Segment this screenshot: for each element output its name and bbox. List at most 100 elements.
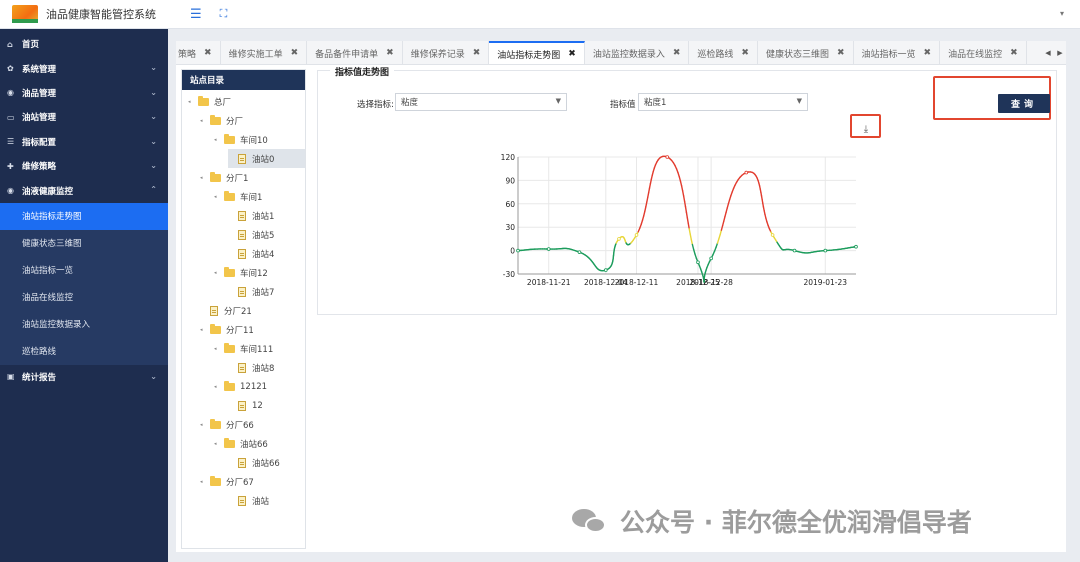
tree-node-label: 油站4 <box>252 249 275 260</box>
close-icon[interactable]: ✖ <box>473 48 481 58</box>
tab[interactable]: 油品在线监控 ✖ <box>940 41 1027 64</box>
close-icon[interactable]: ✖ <box>386 48 394 58</box>
chevron-down-icon: ⌄ <box>150 87 157 97</box>
tree-toggle-icon[interactable]: ◂ <box>214 346 224 352</box>
tree-node[interactable]: 12 <box>228 396 263 415</box>
sidebar-item[interactable]: ▭ 油站管理 ⌄ <box>0 105 168 129</box>
tree-toggle-icon[interactable]: ◂ <box>200 479 210 485</box>
tree-node[interactable]: ◂ 总厂 <box>188 92 231 111</box>
series-line-segment <box>684 206 688 213</box>
close-icon[interactable]: ✖ <box>204 48 212 58</box>
tree-toggle-icon[interactable]: ◂ <box>200 422 210 428</box>
tree-node[interactable]: 油站1 <box>228 206 274 225</box>
tree-node[interactable]: 油站66 <box>228 453 280 472</box>
tree-toggle-icon[interactable]: ◂ <box>214 194 224 200</box>
tree-node[interactable]: ◂ 12121 <box>214 377 267 396</box>
tree-node[interactable]: ◂ 分厂66 <box>200 415 254 434</box>
tree-node[interactable]: 分厂21 <box>200 301 252 320</box>
sidebar-item[interactable]: ⌂ 首页 <box>0 32 168 56</box>
tab[interactable]: 策略 ✖ <box>176 41 221 64</box>
folder-icon <box>210 475 221 486</box>
tree-toggle-icon[interactable]: ◂ <box>214 270 224 276</box>
tree-toggle-icon[interactable]: ◂ <box>200 118 210 124</box>
hamburger-menu-icon[interactable]: ☰ <box>190 7 202 22</box>
tree-toggle-icon[interactable]: ◂ <box>188 99 198 105</box>
tab-next-icon[interactable]: ▶ <box>1057 49 1062 57</box>
series-line-segment <box>681 190 685 197</box>
sidebar-subitem[interactable]: 油品在线监控 <box>0 284 168 311</box>
tab-label: 油站指标走势图 <box>497 50 561 61</box>
tab-label: 维修保养记录 <box>410 49 465 60</box>
chevron-up-icon: ⌃ <box>150 185 157 195</box>
y-tick-label: 90 <box>505 176 515 185</box>
tree-node[interactable]: ◂ 分厂 <box>200 111 243 130</box>
tab[interactable]: 维修实施工单 ✖ <box>220 41 308 64</box>
tree-toggle-icon[interactable]: ◂ <box>214 441 224 447</box>
watermark: 公众号 · 菲尔德全优润滑倡导者 <box>572 501 972 541</box>
tree-toggle-icon[interactable]: ◂ <box>200 175 210 181</box>
data-point <box>823 248 828 253</box>
series-line-segment <box>685 211 689 219</box>
tree-node[interactable]: ◂ 分厂67 <box>200 472 254 491</box>
user-dropdown-caret-icon[interactable]: ▾ <box>1060 9 1064 18</box>
sliders-icon: ☰ <box>7 137 15 147</box>
sidebar-item-label: 首页 <box>22 40 40 51</box>
sidebar-item[interactable]: ◉ 油品管理 ⌄ <box>0 81 168 105</box>
data-point <box>516 248 520 253</box>
tree-node-label: 分厂67 <box>226 477 254 488</box>
tree-node-label: 分厂1 <box>226 173 249 184</box>
tab[interactable]: 备品备件申请单 ✖ <box>307 41 403 64</box>
tab[interactable]: 油站指标一览 ✖ <box>853 41 941 64</box>
sidebar-subitem[interactable]: 油站监控数据录入 <box>0 311 168 338</box>
tab[interactable]: 油站指标走势图 ✖ <box>489 41 585 64</box>
tree-node[interactable]: 油站4 <box>228 244 274 263</box>
close-icon[interactable]: ✖ <box>741 48 749 58</box>
tree-node[interactable]: ◂ 车间12 <box>214 263 268 282</box>
tree-node[interactable]: ◂ 分厂11 <box>200 320 254 339</box>
sidebar-subitem[interactable]: 油站指标一览 <box>0 257 168 284</box>
sidebar-item[interactable]: ☰ 指标配置 ⌄ <box>0 130 168 154</box>
tab[interactable]: 维修保养记录 ✖ <box>402 41 490 64</box>
tree-node[interactable]: ◂ 车间111 <box>214 339 273 358</box>
file-icon <box>238 457 246 468</box>
close-icon[interactable]: ✖ <box>924 48 932 58</box>
tree-node[interactable]: 油站0 <box>228 149 305 168</box>
tree-node[interactable]: 油站 <box>228 491 269 510</box>
tree-node[interactable]: ◂ 车间10 <box>214 130 268 149</box>
tab[interactable]: 巡检路线 ✖ <box>689 41 758 64</box>
sidebar-item[interactable]: ✚ 维修策略 ⌄ <box>0 154 168 178</box>
close-icon[interactable]: ✖ <box>837 48 845 58</box>
tab-prev-icon[interactable]: ◀ <box>1045 49 1050 57</box>
main-content: 站点目录 ◂ 总厂 ◂ 分厂 ◂ 车间10 油站0 ◂ 分厂1 ◂ 车间1 油站1 油站5 油站4 ◂ 车间1… <box>176 65 1066 552</box>
tree-node[interactable]: ◂ 分厂1 <box>200 168 248 187</box>
tree-node[interactable]: 油站5 <box>228 225 274 244</box>
close-icon[interactable]: ✖ <box>673 48 681 58</box>
tree-node-label: 分厂21 <box>224 306 252 317</box>
sidebar-subitem[interactable]: 巡检路线 <box>0 338 168 365</box>
tree-toggle-icon[interactable]: ◂ <box>214 137 224 143</box>
close-icon[interactable]: ✖ <box>291 48 299 58</box>
tree-node[interactable]: ◂ 车间1 <box>214 187 262 206</box>
sidebar-subitem[interactable]: 健康状态三维图 <box>0 230 168 257</box>
tree-toggle-icon[interactable]: ◂ <box>214 384 224 390</box>
tree-node-label: 车间12 <box>240 268 268 279</box>
tab[interactable]: 健康状态三维图 ✖ <box>757 41 854 64</box>
tree-node-label: 车间111 <box>240 344 274 355</box>
sidebar-subitem[interactable]: 油站指标走势图 <box>0 202 168 230</box>
sidebar-item[interactable]: ◉ 油液健康监控 ⌃ <box>0 178 168 202</box>
sidebar-item[interactable]: ✿ 系统管理 ⌄ <box>0 56 168 80</box>
tree-toggle-icon[interactable]: ◂ <box>200 327 210 333</box>
tree-node[interactable]: ◂ 油站66 <box>214 434 268 453</box>
tree-node[interactable]: 油站8 <box>228 358 274 377</box>
tree-node[interactable]: 油站7 <box>228 282 274 301</box>
close-icon[interactable]: ✖ <box>568 49 576 59</box>
file-icon <box>210 305 218 316</box>
sidebar-item[interactable]: ▣ 统计报告 ⌄ <box>0 365 168 389</box>
close-icon[interactable]: ✖ <box>1010 48 1018 58</box>
file-icon <box>238 229 246 240</box>
tree-node-label: 油站66 <box>252 458 280 469</box>
data-point <box>617 237 621 241</box>
tab-label: 备品备件申请单 <box>315 49 379 60</box>
tab[interactable]: 油站监控数据录入 ✖ <box>584 41 690 64</box>
fullscreen-icon[interactable]: ⛶ <box>220 7 228 21</box>
